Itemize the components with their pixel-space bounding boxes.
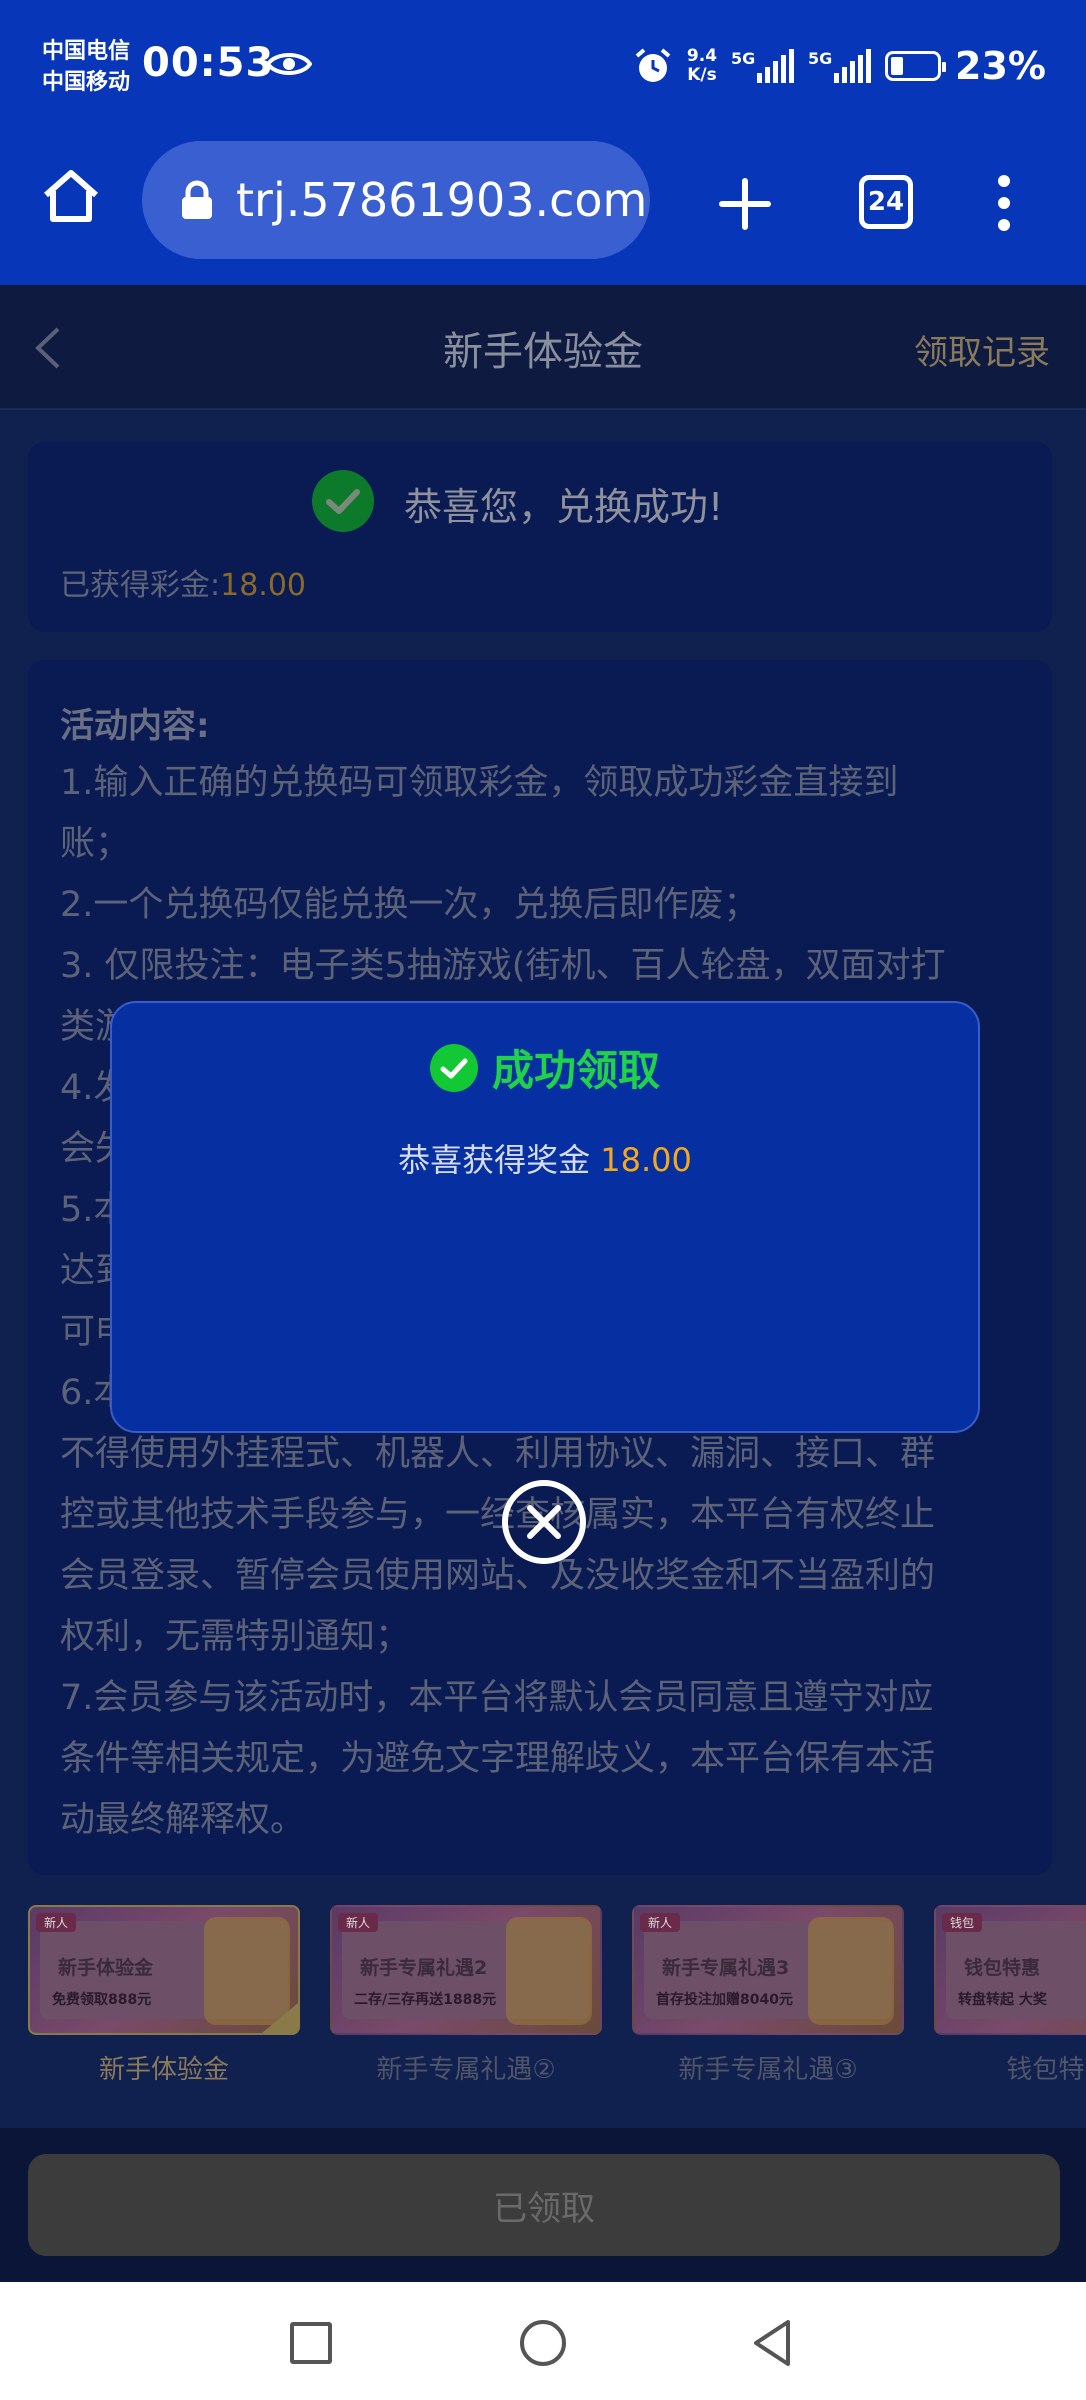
rule-line: 不得使用外挂程式、机器人、利用协议、漏洞、接口、群: [60, 1434, 936, 1474]
promo-label: 钱包特惠②: [1006, 2055, 1086, 2085]
promo-decoration: [204, 1917, 290, 2025]
promo-decoration: [808, 1917, 894, 2025]
promo-subtext: 转盘转起 大奖: [958, 1992, 1047, 2008]
dialog-message: 恭喜获得奖金 18.00: [398, 1141, 692, 1179]
success-dialog: 成功领取 恭喜获得奖金 18.00: [110, 1001, 980, 1433]
eye-icon: [266, 53, 312, 75]
promo-banner-image: 新人新手专属礼遇2 二存/三存再送1888元: [330, 1905, 602, 2035]
alarm-icon: [635, 48, 671, 82]
redeem-success-card: 恭喜您，兑换成功! 已获得彩金:18.00: [28, 442, 1052, 632]
rule-line: 3. 仅限投注：电子类5抽游戏(街机、百人轮盘，双面对打: [60, 946, 946, 986]
clock: 00:53: [142, 40, 275, 86]
promo-heading: 新手体验金: [58, 1957, 154, 1979]
promo-label: 新手专属礼遇③: [678, 2055, 858, 2085]
signal-icon-2: 5G: [808, 49, 872, 83]
promo-banner-image: 新人新手专属礼遇3 首存投注加赠8040元: [632, 1905, 904, 2035]
net-speed: 9.4 K/s: [686, 46, 718, 85]
promo-label: 新手体验金: [98, 2055, 229, 2085]
battery-icon: [885, 51, 947, 81]
earned-amount: 18.00: [220, 568, 306, 603]
promo-thumbnail[interactable]: 新人新手专属礼遇3 首存投注加赠8040元新手专属礼遇③: [632, 1905, 904, 2086]
bonus-amount: 18.00: [600, 1141, 692, 1179]
promo-heading: 新手专属礼遇2: [360, 1957, 488, 1979]
recent-apps-icon[interactable]: [290, 2322, 332, 2364]
promo-thumbnail-strip: 新人 新手体验金 免费领取888元 新手体验金 新人 新手专属礼遇2 二存/三存再送1888…: [28, 1905, 1086, 2095]
claimed-button: 已领取: [28, 2154, 1060, 2256]
more-menu-icon[interactable]: [990, 171, 1018, 235]
new-tab-icon[interactable]: [716, 175, 774, 233]
rule-line: 账；: [60, 824, 131, 864]
carrier-2: 中国移动: [42, 70, 131, 95]
system-nav-bar: [0, 2282, 1086, 2400]
claim-records-link[interactable]: 领取记录: [914, 325, 1050, 374]
dialog-header: 成功领取: [112, 1037, 978, 1098]
carrier-labels: 中国电信 中国移动: [42, 36, 130, 98]
check-circle-icon: [429, 1043, 478, 1092]
success-check-icon: [312, 470, 374, 532]
promo-decoration: [506, 1917, 592, 2025]
address-bar[interactable]: trj.57861903.com: [142, 141, 650, 259]
promo-tag: 新人: [338, 1913, 379, 1932]
rule-line: 动最终解释权。: [60, 1800, 306, 1840]
promo-heading: 钱包特惠: [964, 1957, 1041, 1979]
rule-line: 2.一个兑换码仅能兑换一次，兑换后即作废；: [60, 885, 759, 925]
dialog-title: 成功领取: [491, 1046, 660, 1095]
page-header: 新手体验金 领取记录: [0, 285, 1086, 410]
lock-icon: [182, 180, 212, 219]
home-nav-icon[interactable]: [520, 2320, 566, 2366]
browser-toolbar: trj.57861903.com 24: [0, 135, 1086, 285]
carrier-1: 中国电信: [42, 39, 131, 64]
signal-icon-1: 5G: [731, 49, 795, 83]
promo-thumbnail[interactable]: 新人 新手体验金 免费领取888元 新手体验金: [28, 1905, 300, 2086]
rule-line: 条件等相关规定，为避免文字理解歧义，本平台保有本活: [60, 1739, 936, 1779]
promo-thumbnail[interactable]: 新人新手专属礼遇2 二存/三存再送1888元新手专属礼遇②: [330, 1905, 602, 2086]
status-bar: 中国电信 中国移动 00:53 9.4 K/s 5G 5G 23%: [0, 0, 1086, 135]
promo-banner-image: 新人新手体验金免费领取888元: [28, 1905, 300, 2035]
close-icon[interactable]: [500, 1478, 588, 1566]
promo-subtext: 首存投注加赠8040元: [656, 1992, 793, 2008]
success-message: 恭喜您，兑换成功!: [404, 485, 724, 529]
earned-bonus: 已获得彩金:18.00: [60, 568, 306, 603]
promo-tag: 钱包: [942, 1913, 983, 1932]
home-icon[interactable]: [40, 165, 102, 227]
promo-subtext: 免费领取888元: [52, 1992, 152, 2008]
rules-title: 活动内容:: [60, 706, 210, 746]
promo-subtext: 二存/三存再送1888元: [354, 1992, 497, 2008]
promo-banner-image: 钱包钱包特惠转盘转起 大奖: [934, 1905, 1086, 2035]
promo-label: 新手专属礼遇②: [376, 2055, 556, 2085]
status-icons: 9.4 K/s 5G 5G 23%: [633, 44, 1046, 88]
promo-heading: 新手专属礼遇3: [662, 1957, 790, 1979]
promo-tag: 新人: [36, 1913, 77, 1932]
promo-thumbnail[interactable]: 钱包钱包特惠转盘转起 大奖钱包特惠②: [934, 1905, 1086, 2086]
rule-line: 1.输入正确的兑换码可领取彩金，领取成功彩金直接到: [60, 763, 899, 803]
rule-line: 权利，无需特别通知；: [60, 1617, 411, 1657]
url-text: trj.57861903.com: [236, 173, 648, 227]
back-nav-icon[interactable]: [750, 2318, 794, 2368]
promo-tag: 新人: [640, 1913, 681, 1932]
battery-percent: 23%: [955, 44, 1046, 88]
rule-line: 7.会员参与该活动时，本平台将默认会员同意且遵守对应: [60, 1678, 934, 1718]
tab-switcher-button[interactable]: 24: [859, 175, 913, 229]
